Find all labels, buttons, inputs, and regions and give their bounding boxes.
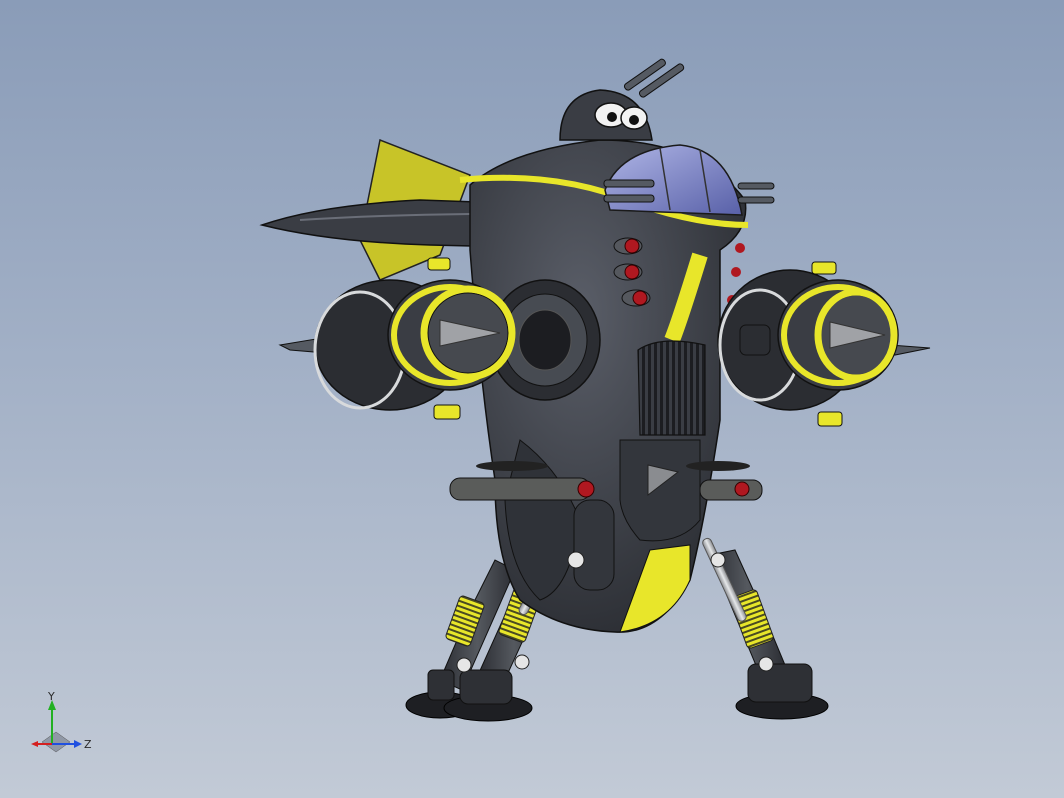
reference-triad: Y Z [31,692,92,753]
right-jet-engine [717,261,931,427]
graphics-viewport[interactable]: Y Z [0,0,1064,798]
z-axis-label: Z [84,738,92,751]
robot-model[interactable] [0,0,1064,798]
y-axis-label: Y [47,692,55,703]
head-dome [559,89,653,141]
